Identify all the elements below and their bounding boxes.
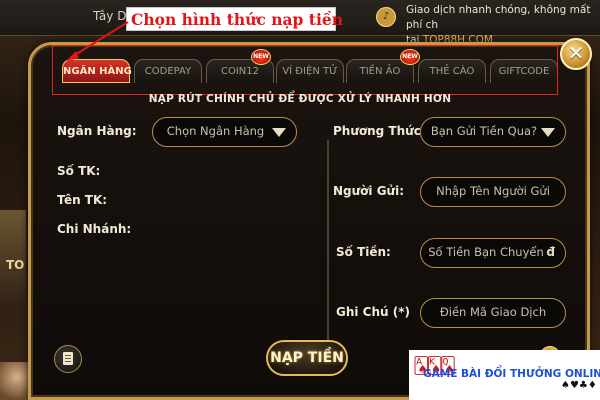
sender-input[interactable]: Nhập Tên Người Gửi xyxy=(420,177,566,207)
dialog-subtitle: NẠP RÚT CHÍNH CHỦ ĐỂ ĐƯỢC XỬ LÝ NHANH HƠ… xyxy=(148,93,452,105)
amount-placeholder: Số Tiền Bạn Chuyển xyxy=(428,245,544,259)
bank-select-value: Chọn Ngân Hàng xyxy=(166,124,265,138)
method-label: Phương Thức: xyxy=(333,124,426,138)
news-line-1: Giao dịch nhanh chóng, không mất phí ch xyxy=(406,4,591,31)
sender-placeholder: Nhập Tên Người Gửi xyxy=(436,184,550,198)
account-number-label: Số TK: xyxy=(57,164,101,178)
account-name-label: Tên TK: xyxy=(57,193,108,207)
column-divider xyxy=(327,140,329,340)
document-icon xyxy=(63,352,73,365)
bank-label: Ngân Hàng: xyxy=(57,124,137,138)
note-placeholder: Điền Mã Giao Dịch xyxy=(439,305,547,319)
bank-select[interactable]: Chọn Ngân Hàng xyxy=(152,117,297,147)
promo-watermark: 🂡🂮🂭 GAME BÀI ĐỔI THƯỞNG ONLINE ♠♥♣♦ xyxy=(409,350,600,400)
chevron-down-icon xyxy=(541,128,555,137)
chevron-down-icon xyxy=(272,128,286,137)
history-button[interactable] xyxy=(54,345,82,373)
sound-icon[interactable]: ♪ xyxy=(376,7,396,27)
card-suits-icon: ♠♥♣♦ xyxy=(561,380,597,391)
close-button[interactable]: ✕ xyxy=(560,38,592,70)
method-select-value: Bạn Gửi Tiền Qua? xyxy=(430,124,538,138)
currency-symbol: đ xyxy=(546,245,555,259)
annotation-callout: Chọn hình thức nạp tiền xyxy=(126,7,343,31)
background-banner-text: TO xyxy=(6,258,25,272)
amount-input[interactable]: Số Tiền Bạn Chuyển đ xyxy=(420,238,566,268)
background-banner: TO xyxy=(0,210,26,310)
tabs-highlight-frame xyxy=(52,45,558,95)
annotation-text: Chọn hình thức nạp tiền xyxy=(131,10,343,29)
deposit-submit-button[interactable]: NẠP TIỀN xyxy=(266,340,348,376)
branch-label: Chi Nhánh: xyxy=(57,222,132,236)
promo-text: GAME BÀI ĐỔI THƯỞNG ONLINE xyxy=(423,368,600,380)
note-input[interactable]: Điền Mã Giao Dịch xyxy=(420,298,566,328)
note-label: Ghi Chú (*) xyxy=(336,305,410,319)
amount-label: Số Tiền: xyxy=(336,245,391,259)
sender-label: Người Gửi: xyxy=(333,184,405,198)
avatar xyxy=(0,362,28,400)
method-select[interactable]: Bạn Gửi Tiền Qua? xyxy=(420,117,566,147)
